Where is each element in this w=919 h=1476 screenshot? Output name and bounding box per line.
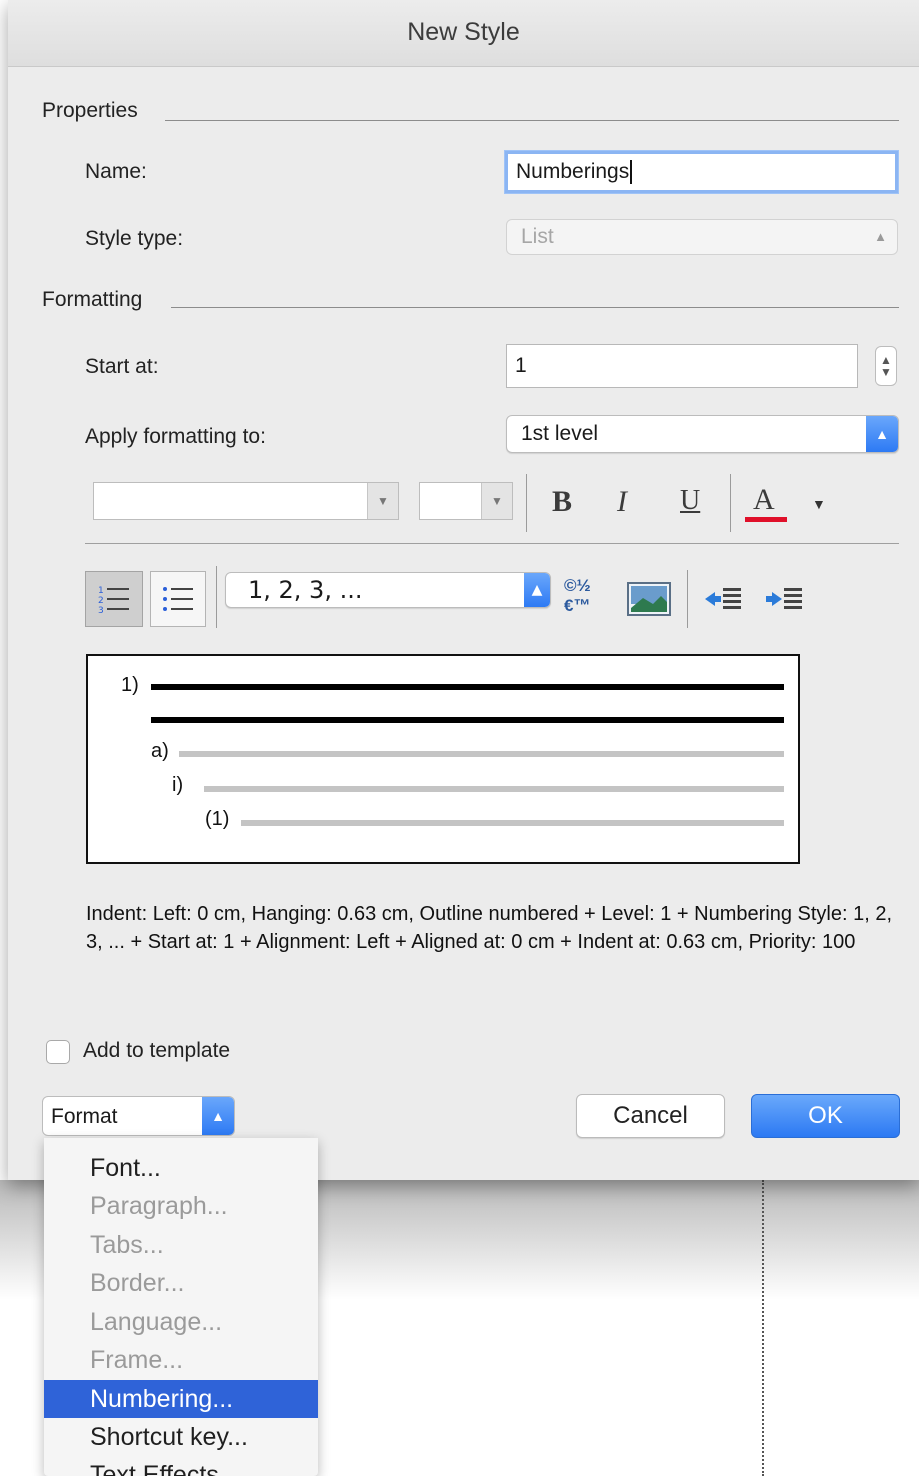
menu-item-font[interactable]: Font... bbox=[44, 1149, 318, 1187]
cancel-button[interactable]: Cancel bbox=[576, 1094, 725, 1138]
symbol-icon: ©½€™ bbox=[564, 576, 591, 615]
format-dropdown-menu: Font... Paragraph... Tabs... Border... L… bbox=[44, 1138, 318, 1476]
title-bar: New Style bbox=[8, 0, 919, 67]
updown-chevron-icon: ▲ bbox=[866, 416, 898, 452]
apply-formatting-select[interactable]: 1st level ▲ bbox=[506, 415, 899, 453]
properties-section-label: Properties bbox=[42, 99, 138, 122]
toolbar-separator bbox=[216, 566, 217, 628]
insert-symbol-button[interactable]: ©½€™ bbox=[564, 576, 608, 620]
format-button-label: Format bbox=[51, 1105, 118, 1128]
start-at-label: Start at: bbox=[85, 355, 159, 378]
svg-text:1: 1 bbox=[98, 586, 104, 596]
updown-chevron-icon: ▲ bbox=[202, 1097, 234, 1135]
bulleted-list-icon bbox=[163, 587, 193, 611]
bold-button[interactable]: B bbox=[552, 485, 572, 519]
preview-line-primary bbox=[151, 684, 784, 690]
toolbar-separator bbox=[526, 474, 527, 532]
picture-bullet-button[interactable] bbox=[627, 582, 671, 616]
preview-line-secondary bbox=[241, 820, 784, 826]
dialog-title: New Style bbox=[407, 18, 520, 46]
number-style-select[interactable]: 1, 2, 3, ... ▲ bbox=[225, 572, 551, 608]
list-preview: 1) a) i) (1) bbox=[86, 654, 800, 864]
preview-line-secondary bbox=[179, 751, 784, 757]
menu-item-tabs: Tabs... bbox=[90, 1231, 164, 1259]
number-style-value: 1, 2, 3, ... bbox=[248, 576, 363, 604]
preview-label-level1: 1) bbox=[121, 674, 139, 696]
style-type-label: Style type: bbox=[85, 227, 184, 250]
dropdown-arrow-icon[interactable]: ▼ bbox=[481, 483, 512, 519]
outdent-icon bbox=[705, 588, 741, 609]
font-name-combo[interactable]: ▼ bbox=[93, 482, 399, 520]
apply-formatting-value: 1st level bbox=[521, 422, 599, 445]
increase-indent-button[interactable] bbox=[764, 582, 804, 616]
add-to-template-label[interactable]: Add to template bbox=[83, 1039, 230, 1063]
decrease-indent-button[interactable] bbox=[703, 582, 743, 616]
indent-icon bbox=[766, 588, 802, 609]
toolbar-separator bbox=[687, 570, 688, 628]
italic-button[interactable]: I bbox=[617, 485, 627, 519]
name-label: Name: bbox=[85, 160, 147, 183]
font-color-button[interactable]: A bbox=[753, 483, 775, 517]
menu-item-border: Border... bbox=[90, 1269, 185, 1297]
name-input[interactable]: Numberings bbox=[505, 151, 898, 193]
stepper-down-icon[interactable]: ▼ bbox=[880, 366, 892, 378]
svg-text:2: 2 bbox=[98, 596, 104, 606]
numbered-list-icon: 1 2 3 bbox=[98, 586, 129, 616]
style-description: Indent: Left: 0 cm, Hanging: 0.63 cm, Ou… bbox=[86, 903, 893, 953]
style-type-select[interactable]: List ▲ bbox=[506, 219, 898, 255]
updown-chevron-icon: ▲ bbox=[524, 573, 550, 607]
preview-line-secondary bbox=[204, 786, 784, 792]
ok-button[interactable]: OK bbox=[751, 1094, 900, 1138]
style-type-value: List bbox=[521, 225, 554, 248]
preview-label-level4: (1) bbox=[205, 808, 230, 830]
start-at-input[interactable]: 1 bbox=[506, 344, 858, 388]
start-at-value: 1 bbox=[515, 354, 527, 377]
start-at-stepper[interactable]: ▲ ▼ bbox=[875, 346, 897, 386]
picture-icon bbox=[627, 582, 671, 616]
formatting-divider bbox=[171, 307, 899, 308]
underline-button[interactable]: U bbox=[680, 485, 700, 517]
formatting-section-label: Formatting bbox=[42, 288, 143, 311]
bulleted-list-button[interactable] bbox=[150, 571, 206, 627]
formatting-toolbar-divider bbox=[85, 543, 899, 544]
menu-item-text-effects[interactable]: Text Effects... bbox=[44, 1456, 318, 1476]
preview-line-primary bbox=[151, 717, 784, 723]
menu-item-numbering[interactable]: Numbering... bbox=[44, 1380, 318, 1418]
toolbar-separator bbox=[730, 474, 731, 532]
new-style-dialog: New Style Properties Name: Numberings St… bbox=[8, 0, 919, 1180]
menu-item-paragraph: Paragraph... bbox=[90, 1192, 228, 1220]
document-margin-guide bbox=[762, 1180, 764, 1476]
font-color-letter: A bbox=[753, 483, 775, 516]
properties-divider bbox=[165, 120, 899, 121]
dropdown-arrow-icon[interactable]: ▼ bbox=[367, 483, 398, 519]
add-to-template-checkbox[interactable] bbox=[46, 1040, 70, 1064]
menu-item-language: Language... bbox=[90, 1308, 223, 1336]
text-caret bbox=[630, 160, 633, 185]
preview-label-level3: i) bbox=[172, 774, 184, 796]
menu-item-frame: Frame... bbox=[90, 1346, 184, 1374]
preview-label-level2: a) bbox=[151, 740, 169, 762]
font-color-dropdown-icon[interactable]: ▼ bbox=[812, 496, 826, 512]
numbered-list-button[interactable]: 1 2 3 bbox=[85, 571, 143, 627]
updown-chevron-icon: ▲ bbox=[874, 229, 887, 244]
format-menu-button[interactable]: Format ▲ bbox=[42, 1096, 235, 1136]
apply-formatting-label: Apply formatting to: bbox=[85, 425, 266, 448]
menu-item-shortcut-key[interactable]: Shortcut key... bbox=[44, 1418, 318, 1456]
font-color-swatch bbox=[745, 517, 787, 522]
svg-text:3: 3 bbox=[98, 606, 104, 616]
name-input-value: Numberings bbox=[516, 160, 630, 183]
font-size-combo[interactable]: ▼ bbox=[419, 482, 513, 520]
